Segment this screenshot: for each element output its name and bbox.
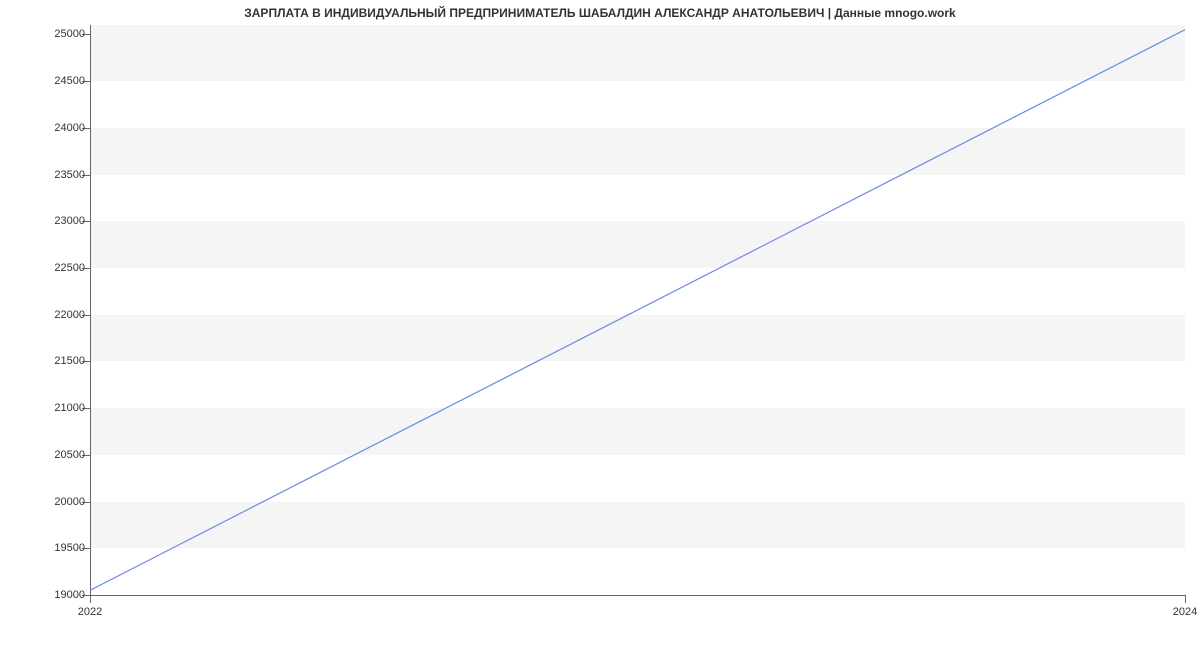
- y-tick-label: 24500: [5, 75, 85, 87]
- y-tick-label: 19000: [5, 589, 85, 601]
- y-tick-label: 22000: [5, 309, 85, 321]
- x-tick-label: 2024: [1173, 606, 1197, 618]
- y-tick-label: 19500: [5, 542, 85, 554]
- grid-band: [90, 175, 1185, 222]
- x-tick: [1185, 595, 1186, 603]
- x-tick-label: 2022: [78, 606, 102, 618]
- x-tick: [90, 595, 91, 603]
- y-tick-label: 20500: [5, 449, 85, 461]
- grid-band: [90, 455, 1185, 502]
- chart-title: ЗАРПЛАТА В ИНДИВИДУАЛЬНЫЙ ПРЕДПРИНИМАТЕЛ…: [0, 6, 1200, 20]
- y-tick-label: 23000: [5, 215, 85, 227]
- grid-band: [90, 81, 1185, 128]
- y-tick-label: 21500: [5, 355, 85, 367]
- y-tick-label: 20000: [5, 496, 85, 508]
- salary-chart: ЗАРПЛАТА В ИНДИВИДУАЛЬНЫЙ ПРЕДПРИНИМАТЕЛ…: [0, 0, 1200, 650]
- grid-band: [90, 361, 1185, 408]
- grid-band: [90, 268, 1185, 315]
- grid-band: [90, 548, 1185, 595]
- y-tick-label: 25000: [5, 28, 85, 40]
- y-tick-label: 21000: [5, 402, 85, 414]
- y-tick-label: 23500: [5, 169, 85, 181]
- y-axis-line: [90, 25, 91, 595]
- y-tick-label: 24000: [5, 122, 85, 134]
- x-axis-line: [90, 595, 1185, 596]
- y-tick-label: 22500: [5, 262, 85, 274]
- plot-area: [90, 25, 1185, 595]
